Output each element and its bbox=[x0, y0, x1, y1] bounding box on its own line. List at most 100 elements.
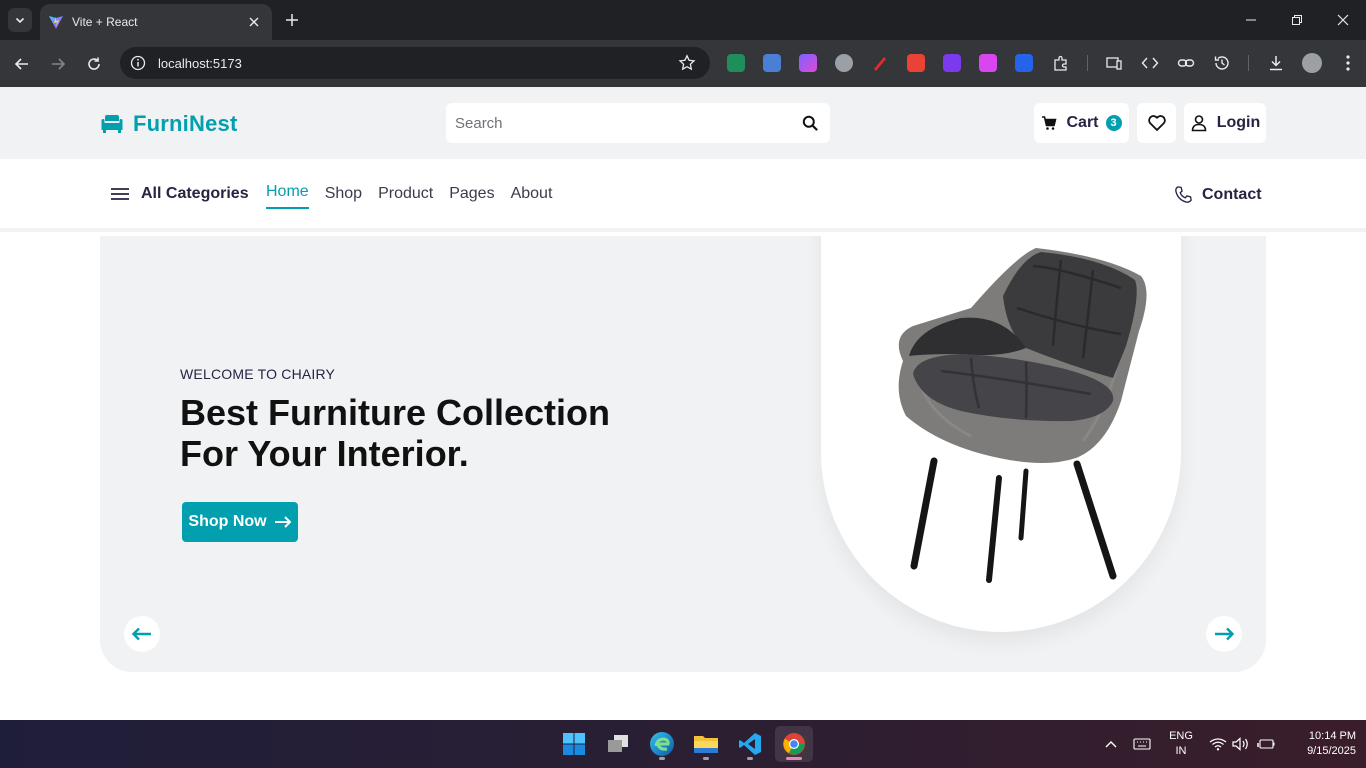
taskbar-file-explorer[interactable] bbox=[687, 726, 725, 762]
cart-label: Cart bbox=[1066, 114, 1099, 131]
extension-twitch-icon[interactable] bbox=[943, 54, 961, 72]
hero-eyebrow: WELCOME TO CHAIRY bbox=[180, 366, 336, 382]
history-icon[interactable] bbox=[1212, 53, 1232, 73]
taskbar-edge[interactable] bbox=[643, 726, 681, 762]
running-indicator bbox=[659, 757, 665, 760]
more-menu-icon[interactable] bbox=[1338, 53, 1358, 73]
nav-link-shop[interactable]: Shop bbox=[325, 185, 362, 209]
login-button[interactable]: Login bbox=[1184, 103, 1266, 143]
taskbar-vscode[interactable] bbox=[731, 726, 769, 762]
slider-prev-button[interactable] bbox=[124, 616, 160, 652]
wishlist-button[interactable] bbox=[1137, 103, 1176, 143]
login-label: Login bbox=[1216, 114, 1261, 131]
site-logo[interactable]: FurniNest bbox=[100, 111, 237, 137]
chrome-icon bbox=[783, 733, 805, 755]
contact-label: Contact bbox=[1202, 185, 1262, 203]
devtools-code-icon[interactable] bbox=[1140, 53, 1160, 73]
extension-download-icon[interactable] bbox=[979, 54, 997, 72]
region-code: IN bbox=[1175, 745, 1187, 757]
sofa-icon bbox=[101, 115, 123, 133]
cart-icon bbox=[1042, 116, 1058, 130]
keyboard-icon[interactable] bbox=[1133, 735, 1151, 753]
profile-avatar[interactable] bbox=[1302, 53, 1322, 73]
extension-s-icon[interactable] bbox=[1015, 54, 1033, 72]
nav-link-product[interactable]: Product bbox=[378, 185, 433, 209]
restore-icon bbox=[1292, 15, 1302, 25]
cart-button[interactable]: Cart 3 bbox=[1034, 103, 1129, 143]
extension-mail-icon[interactable] bbox=[727, 54, 745, 72]
arrow-left-icon bbox=[132, 627, 151, 641]
input-language[interactable]: ENG IN bbox=[1164, 729, 1198, 759]
task-view-icon bbox=[608, 735, 628, 752]
user-icon bbox=[1191, 115, 1207, 132]
downloads-icon[interactable] bbox=[1266, 53, 1286, 73]
browser-tabstrip: Vite + React bbox=[0, 0, 1366, 40]
minimize-button[interactable] bbox=[1236, 8, 1266, 32]
clock-time: 10:14 PM bbox=[1308, 730, 1356, 742]
address-bar[interactable]: localhost:5173 bbox=[120, 47, 710, 79]
new-tab-button[interactable] bbox=[282, 10, 302, 30]
arrow-right-icon bbox=[274, 516, 292, 528]
contact-link[interactable]: Contact bbox=[1174, 185, 1262, 204]
close-window-button[interactable] bbox=[1328, 8, 1358, 32]
slider-next-button[interactable] bbox=[1206, 616, 1242, 652]
link-icon[interactable] bbox=[1176, 53, 1196, 73]
tab-title: Vite + React bbox=[72, 15, 138, 29]
back-button[interactable] bbox=[10, 52, 34, 76]
extension-screenshot-icon[interactable] bbox=[907, 54, 925, 72]
arrow-right-icon bbox=[52, 58, 66, 70]
logo-text: FurniNest bbox=[133, 111, 238, 136]
folder-icon bbox=[694, 736, 718, 753]
browser-tab-active[interactable]: Vite + React bbox=[40, 4, 272, 40]
heart-icon bbox=[1147, 115, 1166, 131]
extensions-puzzle-icon[interactable] bbox=[1051, 53, 1071, 73]
nav-link-home[interactable]: Home bbox=[266, 183, 309, 209]
extension-compass-icon[interactable] bbox=[835, 54, 853, 72]
close-icon bbox=[1337, 14, 1349, 26]
bookmark-star-icon[interactable] bbox=[678, 54, 696, 72]
tray-chevron-up-icon[interactable] bbox=[1102, 735, 1120, 753]
forward-button[interactable] bbox=[46, 52, 70, 76]
wifi-icon[interactable] bbox=[1209, 735, 1227, 753]
search-input[interactable] bbox=[455, 114, 802, 132]
cast-device-icon[interactable] bbox=[1104, 53, 1124, 73]
phone-icon bbox=[1175, 186, 1192, 203]
restore-button[interactable] bbox=[1282, 8, 1312, 32]
tab-search-button[interactable] bbox=[8, 8, 32, 32]
windows-logo-icon bbox=[563, 733, 585, 755]
reload-button[interactable] bbox=[82, 52, 106, 76]
address-url: localhost:5173 bbox=[158, 55, 242, 71]
nav-link-about[interactable]: About bbox=[511, 185, 553, 209]
site-info-icon[interactable] bbox=[130, 55, 146, 71]
system-clock[interactable]: 10:14 PM 9/15/2025 bbox=[1284, 729, 1356, 759]
close-tab-icon[interactable] bbox=[246, 14, 262, 30]
running-indicator bbox=[747, 757, 753, 760]
all-categories-label: All Categories bbox=[141, 185, 249, 202]
cart-count-badge: 3 bbox=[1105, 115, 1122, 131]
vite-icon bbox=[49, 16, 63, 29]
vscode-icon bbox=[739, 733, 761, 755]
extension-pen-icon[interactable] bbox=[871, 54, 889, 72]
search-icon[interactable] bbox=[802, 115, 818, 131]
shop-now-button[interactable]: Shop Now bbox=[182, 502, 298, 542]
taskbar-chrome[interactable] bbox=[775, 726, 813, 762]
arrow-right-icon bbox=[1215, 627, 1234, 641]
shop-now-label: Shop Now bbox=[188, 513, 267, 530]
toolbar-divider bbox=[1087, 55, 1088, 71]
task-view-button[interactable] bbox=[599, 726, 637, 762]
running-indicator bbox=[786, 757, 802, 760]
start-button[interactable] bbox=[555, 726, 593, 762]
language-code: ENG bbox=[1169, 730, 1193, 742]
volume-icon[interactable] bbox=[1232, 735, 1250, 753]
all-categories-button[interactable]: All Categories bbox=[110, 185, 249, 203]
battery-icon[interactable] bbox=[1257, 735, 1275, 753]
extension-color-icon[interactable] bbox=[799, 54, 817, 72]
hero-image-backdrop bbox=[821, 236, 1181, 632]
search-box[interactable] bbox=[446, 103, 830, 143]
nav-link-pages[interactable]: Pages bbox=[449, 185, 494, 209]
armchair-image bbox=[898, 248, 1147, 583]
extension-docs-icon[interactable] bbox=[763, 54, 781, 72]
hero-banner: WELCOME TO CHAIRY Best Furniture Collect… bbox=[100, 236, 1266, 672]
hero-title-line-2: For Your Interior. bbox=[180, 433, 469, 474]
main-nav: All Categories Home Shop Product Pages A… bbox=[0, 159, 1366, 232]
